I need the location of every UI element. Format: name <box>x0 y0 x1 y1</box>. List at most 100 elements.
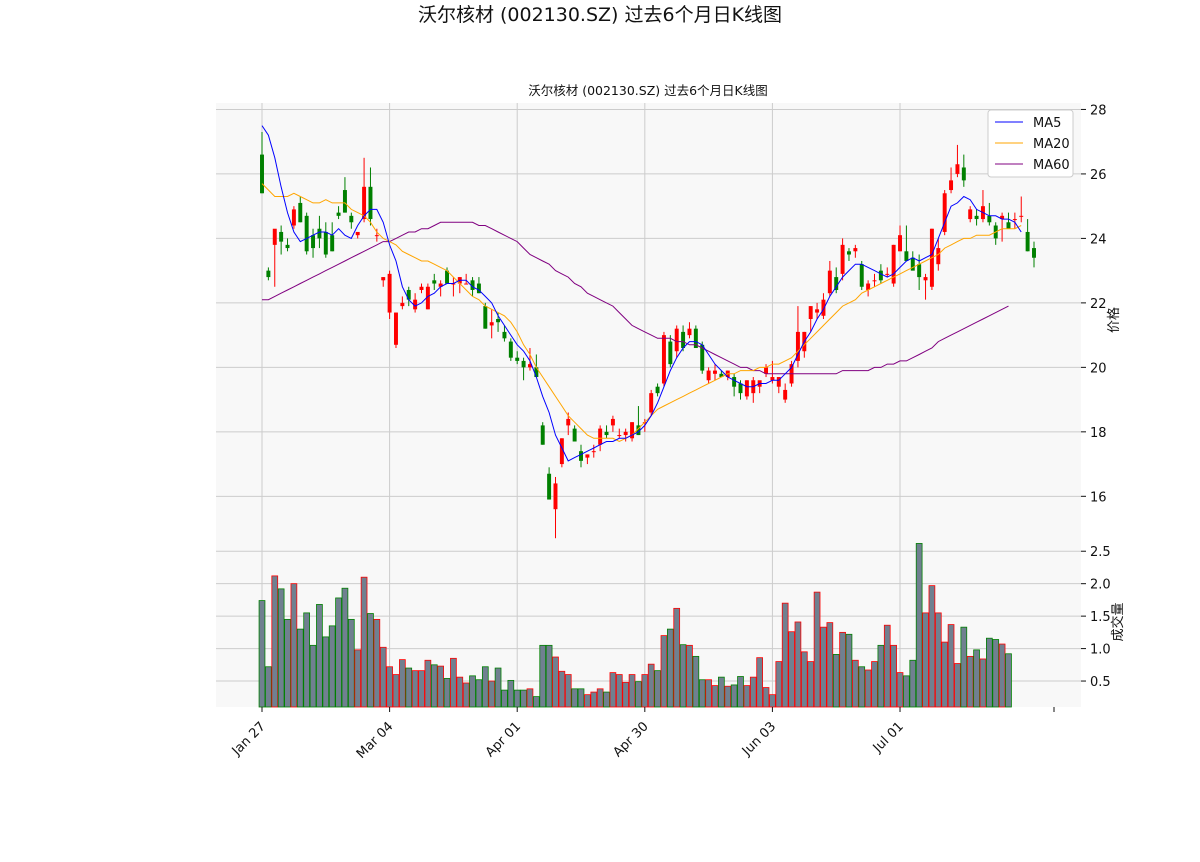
volume-bar <box>635 681 642 708</box>
candle-body <box>917 264 922 278</box>
volume-bar <box>577 688 585 708</box>
volume-bar <box>462 682 470 708</box>
volume-bar <box>437 665 444 708</box>
volume-bar <box>469 675 476 708</box>
volume-bar <box>973 649 980 708</box>
volume-bar <box>526 688 534 708</box>
candle-body <box>783 389 788 400</box>
volume-bar <box>564 674 572 708</box>
volume-bar <box>360 576 368 708</box>
candle-body <box>846 251 851 255</box>
volume-bar <box>1005 653 1012 708</box>
candle-body <box>298 202 303 223</box>
candle-body <box>349 215 354 223</box>
candle-body <box>840 244 845 274</box>
volume-bar <box>749 676 757 708</box>
candle-body <box>955 164 960 174</box>
volume-bar <box>954 663 961 708</box>
candle-body <box>508 341 513 358</box>
volume-bar <box>692 655 700 708</box>
volume-bar <box>711 685 719 708</box>
volume-bar <box>552 656 559 708</box>
volume-bar <box>794 621 802 708</box>
candle-body <box>381 277 386 281</box>
volume-bar <box>418 670 425 708</box>
volume-bar <box>271 575 279 708</box>
volume-bar <box>743 685 751 708</box>
volume-bar <box>494 667 502 708</box>
candle-body <box>1012 219 1017 221</box>
volume-tick-label: 1.5 <box>1090 610 1111 625</box>
candle-body <box>291 209 296 226</box>
volume-bar <box>501 689 508 708</box>
volume-bar <box>928 585 936 708</box>
volume-bar <box>481 666 489 708</box>
candle-body <box>738 383 743 394</box>
legend-ma5-label: MA5 <box>1033 116 1061 131</box>
volume-bar <box>947 624 955 708</box>
volume-bar <box>424 659 432 708</box>
volume-bar <box>558 670 566 708</box>
volume-bar <box>966 655 974 708</box>
candle-body <box>432 280 437 284</box>
candle-body <box>355 231 360 236</box>
volume-bar <box>660 635 668 708</box>
volume-bar <box>284 618 291 708</box>
volume-bar <box>341 587 349 708</box>
x-tick-label: Jul 01 <box>870 719 907 756</box>
volume-bar <box>533 696 540 708</box>
volume-bar <box>909 659 917 708</box>
volume-bar <box>737 676 744 708</box>
volume-bar <box>258 600 266 708</box>
candle-body <box>661 335 666 384</box>
candle-body <box>496 319 501 323</box>
volume-bar <box>730 684 738 708</box>
volume-bar <box>705 679 712 708</box>
candle-body <box>387 273 392 313</box>
volume-bar <box>647 663 655 708</box>
volume-bar <box>858 666 866 708</box>
volume-bar <box>596 688 604 708</box>
candle-body <box>330 235 335 252</box>
volume-bar <box>762 687 770 708</box>
price-tick-label: 22 <box>1090 297 1107 312</box>
volume-bar <box>520 689 527 708</box>
volume-bar <box>322 636 330 708</box>
volume-bar <box>584 694 591 708</box>
volume-bar <box>450 657 457 708</box>
candle-body <box>489 322 494 326</box>
candle-body <box>732 377 737 387</box>
volume-bar <box>641 674 649 708</box>
volume-bar <box>807 661 815 708</box>
volume-bar <box>386 666 393 708</box>
candle-body <box>579 451 583 461</box>
volume-bar <box>922 612 929 708</box>
price-tick-label: 20 <box>1090 361 1107 376</box>
candle-body <box>572 428 577 442</box>
candle-body <box>878 270 883 281</box>
volume-bar <box>347 618 355 708</box>
volume-bar <box>686 644 693 708</box>
volume-bar <box>915 543 923 708</box>
volume-bar <box>800 651 808 708</box>
volume-bar <box>354 649 362 708</box>
legend-ma20-label: MA20 <box>1033 137 1070 152</box>
candle-body <box>610 418 615 426</box>
candle-body <box>649 393 654 413</box>
candle-body <box>987 215 992 223</box>
candle-body <box>655 386 660 394</box>
volume-bar <box>960 626 968 708</box>
volume-bar <box>367 613 374 708</box>
volume-bar <box>679 644 687 708</box>
volume-bar <box>941 641 949 708</box>
volume-bar <box>666 628 674 708</box>
candle-body <box>815 309 820 313</box>
candle-body <box>260 154 264 194</box>
volume-bar <box>781 602 789 708</box>
volume-bar <box>864 669 872 708</box>
candle-body <box>617 435 622 437</box>
chart-title: 沃尔核材 (002130.SZ) 过去6个月日K线图 <box>528 83 768 98</box>
volume-bar <box>545 644 553 708</box>
volume-bar <box>488 680 496 708</box>
volume-tick-label: 0.5 <box>1090 675 1111 690</box>
